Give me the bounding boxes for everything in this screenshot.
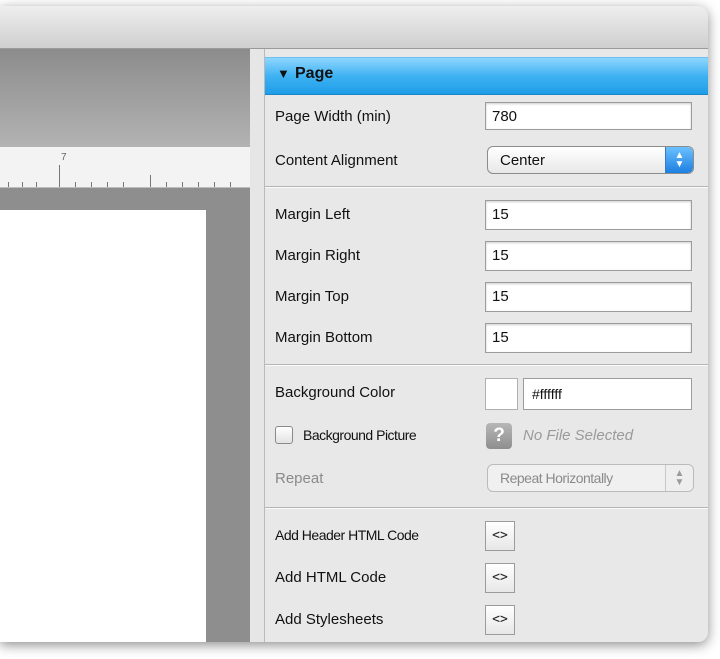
- ruler-number: 7: [61, 152, 67, 163]
- disclosure-triangle-icon[interactable]: ▼: [277, 66, 290, 81]
- file-status-text: No File Selected: [523, 427, 634, 444]
- section-divider: [265, 507, 708, 509]
- ruler-tick: [214, 182, 215, 187]
- horizontal-ruler: 7: [0, 147, 250, 188]
- margin-left-input[interactable]: 15: [485, 200, 692, 230]
- background-color-label: Background Color: [275, 384, 396, 401]
- background-picture-row: Background Picture ? No File Selected: [265, 417, 708, 455]
- ruler-tick: [75, 182, 76, 187]
- margin-bottom-label: Margin Bottom: [275, 329, 373, 346]
- ruler-tick: [198, 182, 199, 187]
- background-picture-label[interactable]: Background Picture: [303, 427, 417, 443]
- add-header-html-button[interactable]: <>: [485, 521, 515, 551]
- content-alignment-select[interactable]: Center ▲ ▼: [487, 146, 694, 174]
- margin-left-label: Margin Left: [275, 206, 351, 223]
- popup-arrows-icon: ▲ ▼: [665, 465, 693, 491]
- window-titlebar: [0, 6, 708, 49]
- ruler-tick: [230, 182, 231, 187]
- add-header-html-label: Add Header HTML Code: [275, 527, 419, 543]
- section-divider: [265, 364, 708, 366]
- margin-top-input[interactable]: 15: [485, 282, 692, 312]
- popup-arrows-icon: ▲ ▼: [665, 147, 693, 173]
- repeat-row: Repeat Repeat Horizontally ▲ ▼: [265, 460, 708, 498]
- section-divider: [265, 186, 708, 188]
- margin-left-row: Margin Left 15: [265, 196, 708, 234]
- page-width-input[interactable]: 780: [485, 102, 692, 130]
- content-alignment-value: Center: [500, 152, 546, 169]
- app-window: 7 ▼ Page Page Width (min) 780 Content Al…: [0, 6, 708, 642]
- background-color-hex-input[interactable]: #ffffff: [523, 378, 692, 410]
- canvas-area: 7: [0, 49, 250, 642]
- ruler-tick: [107, 182, 108, 187]
- add-html-button[interactable]: <>: [485, 563, 515, 593]
- margin-top-label: Margin Top: [275, 288, 349, 305]
- margin-right-input[interactable]: 15: [485, 241, 692, 271]
- ruler-tick: [8, 182, 9, 187]
- ruler-tick: [123, 182, 124, 187]
- ruler-tick: [150, 175, 151, 187]
- add-stylesheets-row: Add Stylesheets <>: [265, 601, 708, 639]
- margin-bottom-input[interactable]: 15: [485, 323, 692, 353]
- page-width-row: Page Width (min) 780: [265, 98, 708, 136]
- ruler-tick: [166, 182, 167, 187]
- repeat-value: Repeat Horizontally: [500, 470, 613, 486]
- ruler-tick: [182, 182, 183, 187]
- question-mark-icon[interactable]: ?: [486, 423, 512, 449]
- content-alignment-row: Content Alignment Center ▲ ▼: [265, 142, 708, 180]
- ruler-tick: [59, 165, 60, 187]
- content-alignment-label: Content Alignment: [275, 152, 398, 169]
- add-html-row: Add HTML Code <>: [265, 559, 708, 597]
- add-stylesheets-button[interactable]: <>: [485, 605, 515, 635]
- margin-bottom-row: Margin Bottom 15: [265, 319, 708, 357]
- ruler-tick: [91, 182, 92, 187]
- repeat-select[interactable]: Repeat Horizontally ▲ ▼: [487, 464, 694, 492]
- page-canvas[interactable]: [0, 210, 206, 642]
- add-header-html-row: Add Header HTML Code <>: [265, 517, 708, 555]
- add-stylesheets-label: Add Stylesheets: [275, 611, 384, 628]
- margin-top-row: Margin Top 15: [265, 278, 708, 316]
- page-inspector-panel: ▼ Page Page Width (min) 780 Content Alig…: [264, 49, 708, 642]
- background-color-swatch[interactable]: [485, 378, 518, 410]
- background-picture-checkbox[interactable]: [275, 426, 293, 444]
- margin-right-row: Margin Right 15: [265, 237, 708, 275]
- ruler-tick: [36, 182, 37, 187]
- margin-right-label: Margin Right: [275, 247, 361, 264]
- add-html-label: Add HTML Code: [275, 569, 387, 586]
- page-section-header[interactable]: ▼ Page: [265, 57, 708, 95]
- repeat-label: Repeat: [275, 470, 324, 487]
- canvas-top-margin: [0, 49, 250, 147]
- page-width-label: Page Width (min): [275, 108, 391, 125]
- ruler-tick: [22, 182, 23, 187]
- background-color-row: Background Color #ffffff: [265, 374, 708, 412]
- section-title: Page: [295, 65, 334, 82]
